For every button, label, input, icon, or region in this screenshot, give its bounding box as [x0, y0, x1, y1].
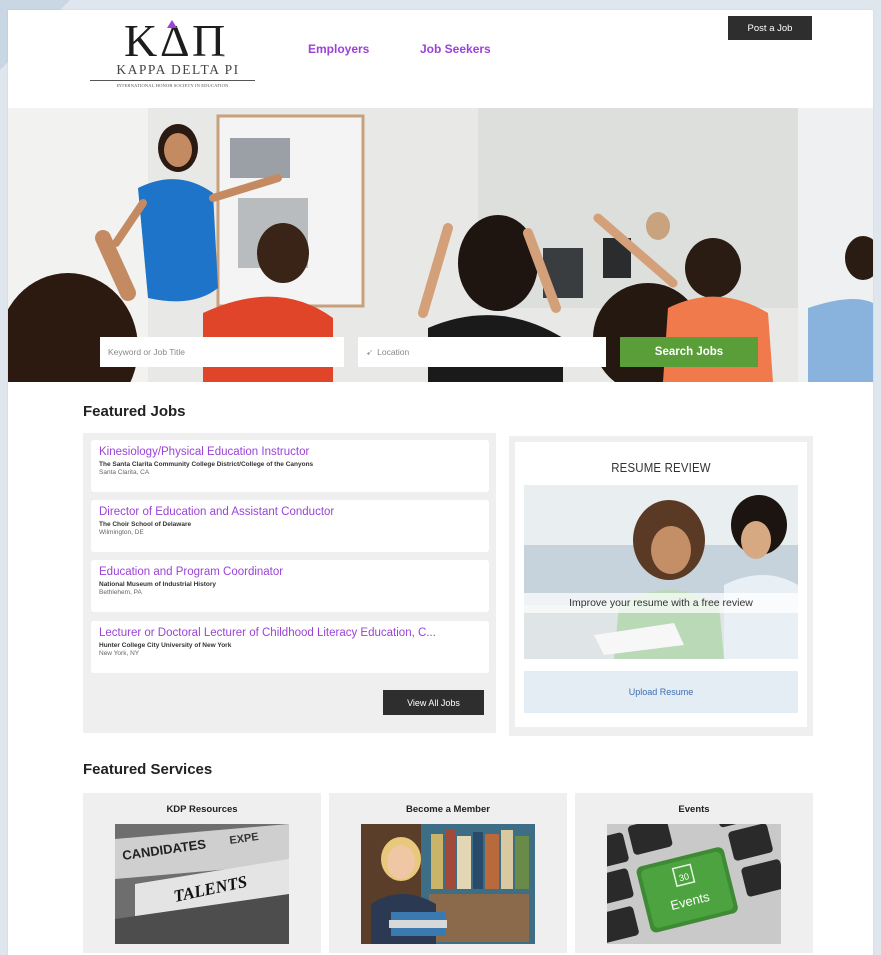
- featured-services-heading: Featured Services: [83, 761, 213, 778]
- job-listing[interactable]: Kinesiology/Physical Education Instructo…: [91, 440, 489, 492]
- job-organization: The Choir School of Delaware: [99, 521, 192, 528]
- job-listing[interactable]: Director of Education and Assistant Cond…: [91, 500, 489, 552]
- resume-review-panel: RESUME REVIEW Improve your resume with a…: [509, 436, 813, 736]
- site-header: K Δ Π ™ KAPPA DELTA PI INTERNATIONAL HON…: [8, 10, 873, 108]
- service-card-kdp-resources[interactable]: KDP Resources CANDIDATES EXPE TALENTS: [83, 793, 321, 953]
- job-title-link[interactable]: Lecturer or Doctoral Lecturer of Childho…: [99, 627, 481, 639]
- kdp-logo[interactable]: K Δ Π ™ KAPPA DELTA PI INTERNATIONAL HON…: [90, 14, 255, 104]
- job-title-link[interactable]: Director of Education and Assistant Cond…: [99, 506, 481, 518]
- view-all-jobs-button[interactable]: View All Jobs: [383, 690, 484, 715]
- keyword-input[interactable]: Keyword or Job Title: [100, 337, 344, 367]
- job-organization: National Museum of Industrial History: [99, 581, 217, 588]
- logo-wordmark: KAPPA DELTA PI: [116, 62, 240, 77]
- kdp-greek-letters-logo-icon: K Δ Π ™: [124, 16, 225, 62]
- hero-banner: Keyword or Job Title ➹ Location Search J…: [8, 108, 873, 382]
- job-title-link[interactable]: Education and Program Coordinator: [99, 566, 481, 578]
- events-keyboard-image: 30 Events: [607, 824, 781, 944]
- service-card-events[interactable]: Events 30 Events: [575, 793, 813, 953]
- post-a-job-button[interactable]: Post a Job: [728, 16, 812, 40]
- job-location: New York, NY: [99, 650, 140, 657]
- job-listing[interactable]: Education and Program Coordinator Nation…: [91, 560, 489, 612]
- job-location: Wilmington, DE: [99, 529, 144, 536]
- service-title: Become a Member: [406, 804, 490, 815]
- svg-text:™: ™: [220, 54, 225, 60]
- job-listing[interactable]: Lecturer or Doctoral Lecturer of Childho…: [91, 621, 489, 673]
- resume-review-card: RESUME REVIEW Improve your resume with a…: [515, 442, 807, 727]
- svg-text:Δ: Δ: [160, 16, 190, 62]
- resume-review-caption: Improve your resume with a free review: [524, 593, 798, 613]
- location-placeholder: Location: [377, 347, 410, 357]
- service-card-become-a-member[interactable]: Become a Member: [329, 793, 567, 953]
- nav-job-seekers-link[interactable]: Job Seekers: [420, 42, 491, 56]
- job-board-page: K Δ Π ™ KAPPA DELTA PI INTERNATIONAL HON…: [8, 10, 873, 955]
- logo-divider: [90, 80, 255, 81]
- location-input[interactable]: ➹ Location: [358, 337, 606, 367]
- students-studying-image: [524, 485, 798, 659]
- resume-review-title: RESUME REVIEW: [611, 460, 711, 475]
- member-library-image: [361, 824, 535, 944]
- job-location: Santa Clarita, CA: [99, 469, 150, 476]
- location-pin-icon: ➹: [366, 346, 374, 357]
- job-title-link[interactable]: Kinesiology/Physical Education Instructo…: [99, 446, 481, 458]
- job-organization: Hunter College City University of New Yo…: [99, 642, 232, 649]
- talents-file-tabs-icon: CANDIDATES EXPE TALENTS: [115, 824, 289, 944]
- talents-folder-image: CANDIDATES EXPE TALENTS: [115, 824, 289, 944]
- service-title: KDP Resources: [166, 804, 238, 815]
- job-organization: The Santa Clarita Community College Dist…: [99, 461, 314, 468]
- library-books-illustration: [361, 824, 535, 944]
- service-title: Events: [678, 804, 710, 815]
- svg-text:K: K: [124, 16, 157, 62]
- featured-jobs-list: Kinesiology/Physical Education Instructo…: [83, 433, 496, 733]
- logo-subtitle: INTERNATIONAL HONOR SOCIETY IN EDUCATION: [116, 83, 229, 88]
- job-location: Bethlehem, PA: [99, 589, 142, 596]
- resume-review-image: Improve your resume with a free review: [524, 485, 798, 659]
- search-jobs-button[interactable]: Search Jobs: [620, 337, 758, 367]
- nav-employers-link[interactable]: Employers: [308, 42, 369, 56]
- upload-resume-button[interactable]: Upload Resume: [524, 671, 798, 713]
- featured-jobs-heading: Featured Jobs: [83, 403, 186, 420]
- keyboard-events-key-icon: 30 Events: [607, 824, 781, 944]
